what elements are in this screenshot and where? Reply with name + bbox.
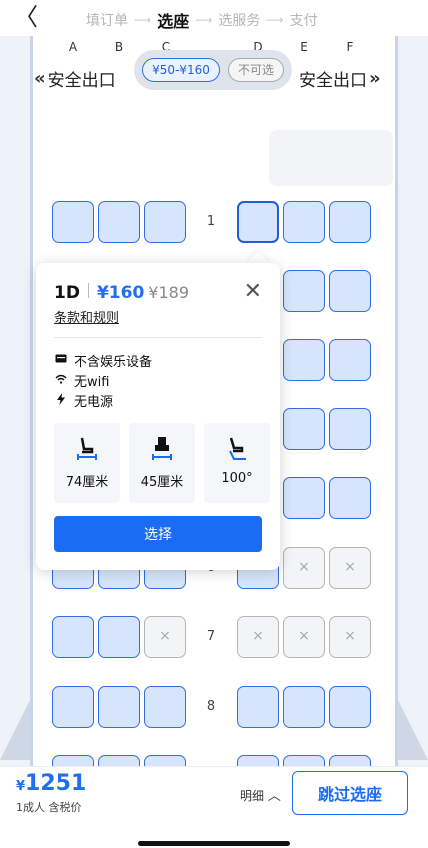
popup-divider (54, 337, 262, 338)
cabin-facility-block (269, 130, 393, 186)
close-icon[interactable]: ✕ (244, 281, 262, 303)
seat-spec-cards: 74厘米 45厘米 100° (54, 423, 270, 503)
column-label-b: B (114, 40, 124, 54)
seat-unavailable: × (329, 547, 371, 589)
seat-available[interactable] (329, 686, 371, 728)
progress-steps: 填订单 ⟶ 选座 ⟶ 选服务 ⟶ 支付 (86, 8, 318, 32)
tv-icon (54, 354, 68, 367)
step-select-service: 选服务 (218, 13, 261, 29)
feature-text: 无电源 (74, 395, 114, 410)
price-note: 1成人 含税价 (16, 801, 82, 814)
row-number: 1 (206, 214, 216, 229)
spec-card-recline: 100° (204, 423, 270, 503)
left-wing (0, 700, 30, 760)
feature-text: 无wifi (74, 375, 110, 390)
row-number: 8 (206, 699, 216, 714)
price-range-filter[interactable]: ¥50-¥160 (142, 58, 220, 82)
total-price: ¥1251 (16, 771, 86, 796)
seat-available[interactable] (283, 339, 325, 381)
feature-text: 不含娱乐设备 (74, 355, 153, 370)
seat-width-icon (129, 435, 195, 465)
seat-unavailable: × (237, 616, 279, 658)
step-fill-order: 填订单 (86, 13, 128, 29)
seat-available[interactable] (98, 686, 140, 728)
exit-right: 安全出口 » (299, 66, 381, 91)
seat-available[interactable] (52, 201, 94, 243)
bottom-bar: ¥1251 1成人 含税价 明细 ︿ 跳过选座 (0, 766, 428, 848)
seat-available[interactable] (283, 408, 325, 450)
row-number: 7 (206, 629, 216, 644)
spec-card-pitch: 74厘米 (54, 423, 120, 503)
select-seat-button[interactable]: 选择 (54, 516, 262, 552)
column-label-a: A (68, 40, 78, 54)
seat-unavailable: × (144, 616, 186, 658)
seat-available[interactable] (329, 270, 371, 312)
seat-available[interactable] (283, 477, 325, 519)
currency-symbol: ¥ (16, 779, 26, 794)
skip-seat-button[interactable]: 跳过选座 (292, 771, 408, 815)
feature-power: 无电源 (54, 391, 113, 410)
spec-value: 100° (221, 471, 253, 486)
arrow-right-icon: ⟶ (266, 13, 284, 27)
column-label-e: E (300, 40, 308, 54)
exit-label: 安全出口 (299, 71, 367, 91)
seat-code: 1D (54, 283, 80, 303)
spec-value: 74厘米 (65, 475, 109, 490)
seat-available[interactable] (237, 686, 279, 728)
arrow-right-icon: ⟶ (195, 13, 213, 27)
divider (87, 283, 89, 298)
seat-available[interactable] (98, 616, 140, 658)
feature-entertainment: 不含娱乐设备 (54, 351, 152, 370)
wifi-icon (54, 374, 68, 387)
terms-link[interactable]: 条款和规则 (54, 307, 119, 326)
column-label-f: F (346, 40, 354, 54)
seat-available[interactable] (52, 616, 94, 658)
original-price: ¥189 (148, 283, 189, 302)
detail-toggle[interactable]: 明细 ︿ (240, 785, 281, 804)
seat-available[interactable] (144, 201, 186, 243)
seat-available[interactable] (283, 270, 325, 312)
seat-available[interactable] (329, 477, 371, 519)
seat-available[interactable] (283, 686, 325, 728)
feature-wifi: 无wifi (54, 371, 109, 390)
seat-unavailable: × (283, 547, 325, 589)
chevron-left-icon[interactable]: 〈 (14, 4, 38, 30)
seat-available[interactable] (329, 408, 371, 450)
step-pay: 支付 (289, 13, 318, 29)
seat-unavailable: × (329, 616, 371, 658)
seat-available[interactable] (283, 201, 325, 243)
unavailable-filter[interactable]: 不可选 (228, 58, 284, 82)
seat-available[interactable] (329, 339, 371, 381)
step-select-seat: 选座 (157, 12, 190, 31)
seat-price: ¥160 (96, 283, 145, 303)
seat-unavailable: × (283, 616, 325, 658)
top-nav-bar: 〈 填订单 ⟶ 选座 ⟶ 选服务 ⟶ 支付 (0, 0, 428, 36)
bolt-icon (54, 393, 68, 408)
popup-header: 1D ¥160 ¥189 (54, 283, 189, 303)
seat-available[interactable] (329, 201, 371, 243)
chevron-up-icon: ︿ (267, 789, 281, 804)
exit-left: « 安全出口 (34, 66, 116, 91)
arrow-right-icon: ⟶ (134, 13, 152, 27)
total-amount: 1251 (25, 771, 87, 796)
spec-value: 45厘米 (140, 475, 184, 490)
seat-available[interactable] (98, 201, 140, 243)
seat-selected[interactable] (237, 201, 279, 243)
double-chevron-right-icon: » (369, 68, 381, 89)
spec-card-width: 45厘米 (129, 423, 195, 503)
recline-icon (204, 435, 270, 465)
seat-available[interactable] (52, 686, 94, 728)
double-chevron-left-icon: « (34, 68, 46, 89)
right-wing (398, 700, 428, 760)
home-indicator (138, 841, 290, 846)
detail-label: 明细 (240, 789, 265, 803)
seat-detail-popup: 1D ¥160 ¥189 ✕ 条款和规则 不含娱乐设备 无wifi 无电源 74… (36, 263, 280, 570)
seat-pitch-icon (54, 435, 120, 465)
seat-available[interactable] (144, 686, 186, 728)
exit-label: 安全出口 (47, 71, 116, 91)
